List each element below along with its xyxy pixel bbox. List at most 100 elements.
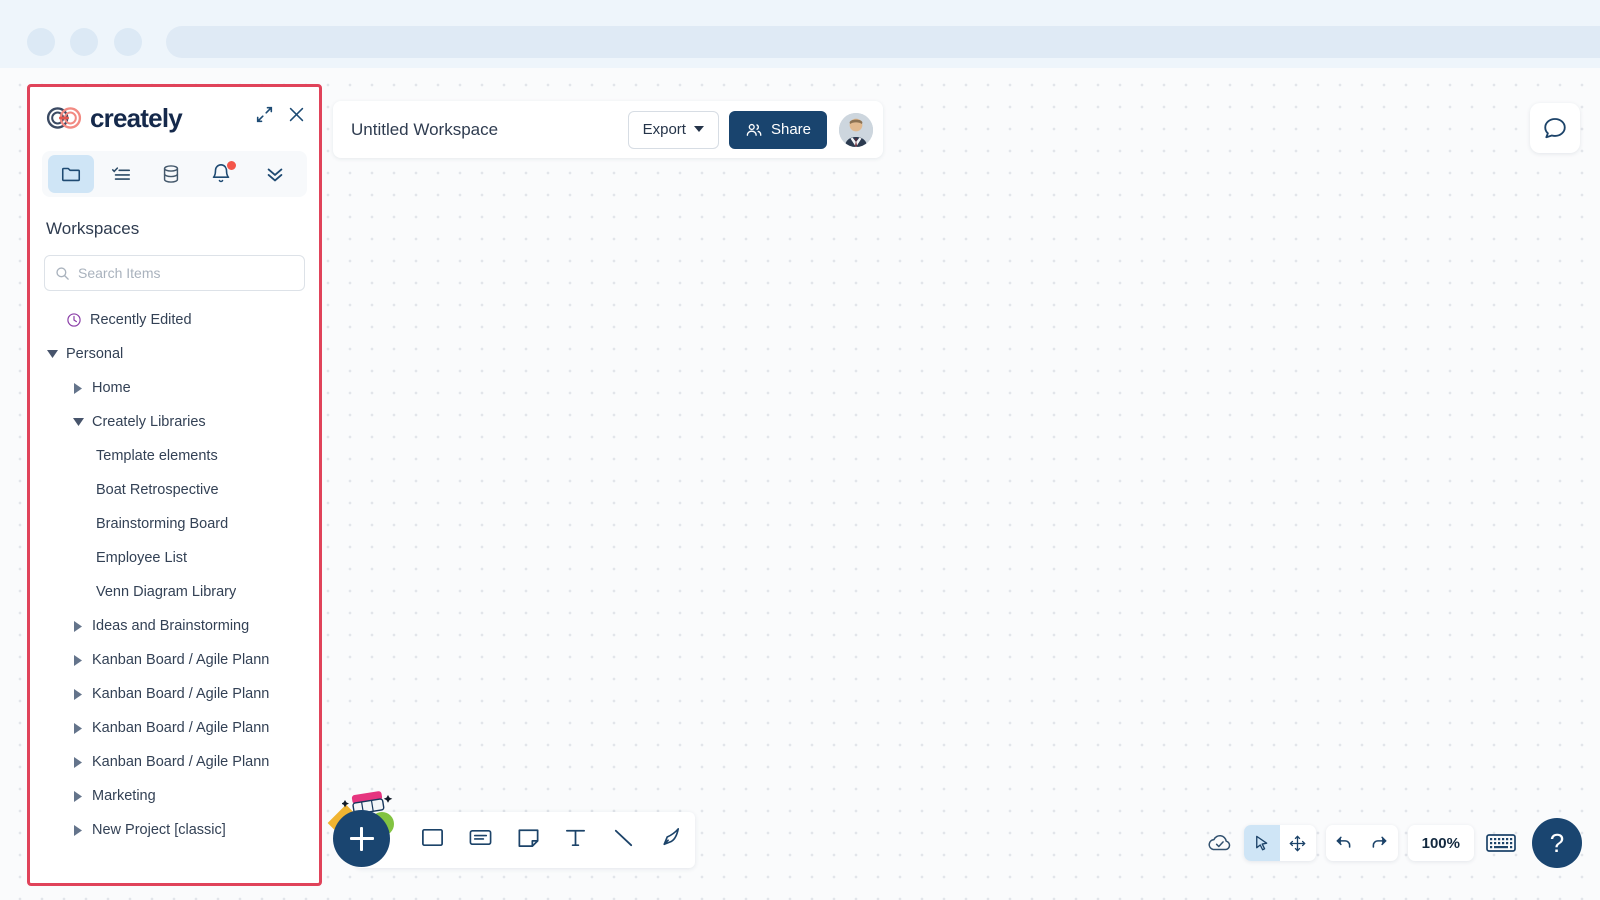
sticky-note-icon <box>516 825 541 855</box>
rectangle-icon <box>420 825 445 855</box>
tree-item[interactable]: Personal <box>30 337 319 371</box>
tree-item[interactable]: Template elements <box>30 439 319 473</box>
tree-item[interactable]: Kanban Board / Agile Plann <box>30 677 319 711</box>
caret-right-icon[interactable] <box>70 688 86 700</box>
freehand-tool[interactable] <box>647 815 695 865</box>
tree-item-label: Kanban Board / Agile Plann <box>92 686 270 702</box>
expand-icon[interactable] <box>253 103 275 125</box>
panel-header-actions <box>253 103 307 125</box>
tree-item-label: Kanban Board / Agile Plann <box>92 720 270 736</box>
tree-item[interactable]: Brainstorming Board <box>30 507 319 541</box>
canvas-controls: 100% ? <box>1206 818 1582 868</box>
tree-item-label: Brainstorming Board <box>96 516 229 532</box>
tree-item-label: Personal <box>66 346 124 362</box>
tree-item-label: Kanban Board / Agile Plann <box>92 652 270 668</box>
tree-item[interactable]: Recently Edited <box>30 303 319 337</box>
nav-dot-2[interactable] <box>70 28 98 56</box>
caret-right-icon[interactable] <box>70 620 86 632</box>
caret-right-icon[interactable] <box>70 824 86 836</box>
zoom-level-button[interactable]: 100% <box>1407 825 1474 861</box>
cloud-check-icon <box>1208 835 1230 851</box>
tree-item[interactable]: Creately Libraries <box>30 405 319 439</box>
tree-item-label: Recently Edited <box>90 312 192 328</box>
panel-title: Workspaces <box>46 219 140 238</box>
close-icon[interactable] <box>285 103 307 125</box>
app-root: creately Workspaces Search Items Recentl… <box>0 0 1600 900</box>
keyboard-shortcuts-button[interactable] <box>1484 829 1518 857</box>
help-button[interactable]: ? <box>1532 818 1582 868</box>
shape-toolbar <box>355 812 695 868</box>
tree-item-label: Home <box>92 380 131 396</box>
tree-item[interactable]: Boat Retrospective <box>30 473 319 507</box>
sync-status-icon[interactable] <box>1206 832 1234 854</box>
tree-item[interactable]: Venn Diagram Library <box>30 575 319 609</box>
comments-button[interactable] <box>1530 103 1580 153</box>
move-arrows-icon <box>1289 835 1306 851</box>
pen-icon <box>659 825 684 855</box>
tree-item[interactable]: New Project [classic] <box>30 813 319 847</box>
add-shape-button[interactable] <box>333 810 390 867</box>
search-input[interactable] <box>78 265 294 281</box>
creately-wordmark: creately <box>90 102 183 133</box>
tree-item-label: Ideas and Brainstorming <box>92 618 250 634</box>
line-icon <box>611 825 636 855</box>
workspace-title[interactable]: Untitled Workspace <box>351 120 628 140</box>
text-tool[interactable] <box>552 815 600 865</box>
tree-item[interactable]: Kanban Board / Agile Plann <box>30 711 319 745</box>
folder-tab[interactable] <box>48 155 94 193</box>
redo-button[interactable] <box>1362 825 1398 861</box>
tree-item[interactable]: Home <box>30 371 319 405</box>
url-bar[interactable] <box>166 26 1600 58</box>
tree-item-label: Marketing <box>92 788 156 804</box>
creately-logo: creately <box>44 102 183 134</box>
tree-item[interactable]: Kanban Board / Agile Plann <box>30 745 319 779</box>
folder-icon <box>61 167 81 182</box>
text-icon <box>563 825 588 855</box>
workspace-tree: Recently Edited Personal Home Creately Libr… <box>30 291 319 883</box>
rectangle-tool[interactable] <box>409 815 457 865</box>
database-icon <box>163 165 179 183</box>
card-tool[interactable] <box>457 815 505 865</box>
select-tool-button[interactable] <box>1243 825 1280 861</box>
share-button[interactable]: Share <box>728 110 827 149</box>
history-group <box>1325 825 1398 861</box>
search-box[interactable] <box>44 255 305 291</box>
workspaces-panel: creately Workspaces Search Items Recentl… <box>27 84 322 886</box>
caret-down-icon[interactable] <box>44 349 60 359</box>
caret-right-icon[interactable] <box>70 790 86 802</box>
notifications-tab[interactable] <box>198 155 244 193</box>
tree-item[interactable]: Marketing <box>30 779 319 813</box>
note-tool[interactable] <box>504 815 552 865</box>
tree-item[interactable]: Kanban Board / Agile Plann <box>30 643 319 677</box>
cursor-arrow-icon <box>1256 835 1268 850</box>
people-icon <box>746 123 762 136</box>
caret-right-icon[interactable] <box>70 756 86 768</box>
line-tool[interactable] <box>600 815 648 865</box>
caret-right-icon[interactable] <box>70 654 86 666</box>
tree-item[interactable]: Employee List <box>30 541 319 575</box>
nav-dot-3[interactable] <box>114 28 142 56</box>
caret-right-icon[interactable] <box>70 382 86 394</box>
tree-item-label: Template elements <box>96 448 218 464</box>
clock-icon <box>66 312 82 328</box>
checklist-tab[interactable] <box>98 155 144 193</box>
panel-header: creately <box>30 87 319 149</box>
database-tab[interactable] <box>148 155 194 193</box>
tree-item-label: Employee List <box>96 550 188 566</box>
share-label: Share <box>770 121 811 138</box>
tree-item[interactable]: Ideas and Brainstorming <box>30 609 319 643</box>
nav-dot-1[interactable] <box>27 28 55 56</box>
caret-right-icon[interactable] <box>70 722 86 734</box>
undo-button[interactable] <box>1326 825 1362 861</box>
redo-icon <box>1372 836 1387 848</box>
tree-item-label: New Project [classic] <box>92 822 226 838</box>
pan-tool-button[interactable] <box>1280 825 1316 861</box>
undo-icon <box>1336 836 1351 848</box>
export-button[interactable]: Export <box>627 110 719 149</box>
caret-down-icon[interactable] <box>70 417 86 427</box>
avatar-photo <box>839 112 873 147</box>
user-avatar[interactable] <box>839 112 873 147</box>
more-tab[interactable] <box>252 155 298 193</box>
tree-item-label: Kanban Board / Agile Plann <box>92 754 270 770</box>
export-label: Export <box>642 121 686 138</box>
